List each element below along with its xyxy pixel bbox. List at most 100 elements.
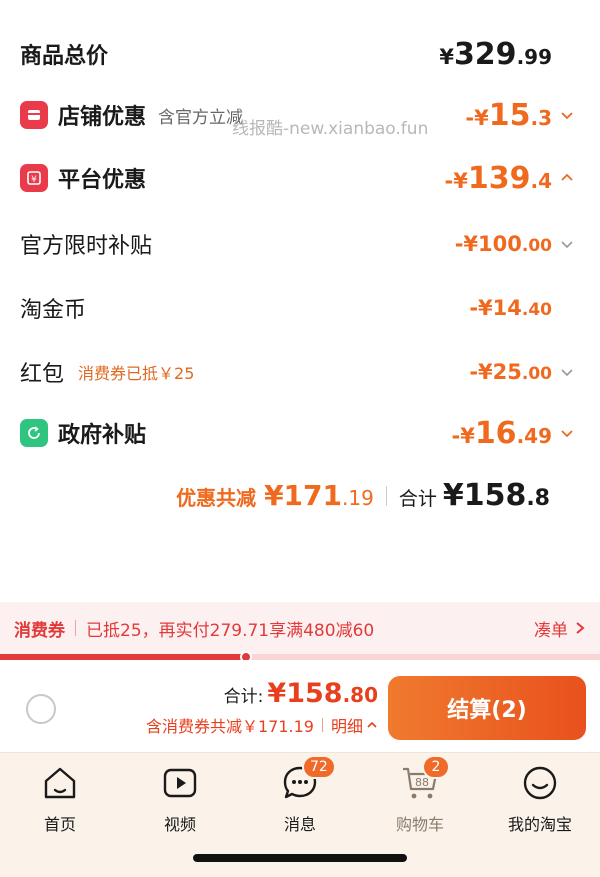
bottom-tab-bar: 首页 视频 72 消息 88 2 购物车 我的淘宝 — [0, 752, 600, 877]
price-breakdown: 商品总价 ¥ 329 .99 店铺优惠 含官方立减 -¥ 15 .3 ¥ 平台优… — [0, 0, 600, 600]
tab-home[interactable]: 首页 — [10, 763, 110, 835]
official-subsidy-amount: -¥100 .00 — [455, 232, 552, 256]
gov-subsidy-prefix: -¥ — [451, 423, 475, 448]
checkout-savings: 含消费券共减￥171.19 — [145, 717, 314, 736]
tab-messages-label: 消息 — [283, 815, 316, 834]
chevron-up-icon[interactable] — [556, 171, 578, 185]
taojinbi-decimal: .40 — [521, 300, 552, 320]
taojinbi-label: 淘金币 — [20, 298, 87, 323]
official-subsidy-decimal: .00 — [521, 236, 552, 256]
red-packet-label: 红包 — [20, 362, 65, 387]
total-price-amount: ¥ 329 .99 — [439, 37, 552, 72]
discount-total-decimal: .19 — [342, 486, 374, 510]
checkout-bar: 合计: ¥158.80 含消费券共减￥171.19 明细 结算(2) — [0, 660, 600, 752]
chevron-down-icon[interactable] — [556, 365, 578, 379]
gov-subsidy-label: 政府补贴 — [58, 423, 147, 448]
discount-summary: 优惠共减 ¥171.19 合计 ¥158.8 — [176, 478, 550, 513]
checkout-total-integer: ¥158 — [267, 678, 343, 709]
store-discount-amount: -¥ 15 .3 — [465, 98, 552, 133]
red-packet-note: 消费券已抵￥25 — [78, 364, 195, 383]
discount-total-value: ¥171.19 — [264, 479, 374, 512]
discount-total-integer: ¥171 — [264, 479, 342, 512]
coupon-tag: 消费券 — [14, 620, 65, 641]
chevron-right-icon — [576, 622, 585, 634]
checkout-total-value: ¥158.80 — [267, 678, 378, 709]
cart-badge: 2 — [422, 755, 450, 779]
tab-profile-label: 我的淘宝 — [507, 815, 572, 834]
platform-discount-decimal: .4 — [530, 168, 552, 193]
store-discount-prefix: -¥ — [465, 105, 489, 130]
select-all-checkbox[interactable] — [26, 694, 56, 724]
taojinbi-row: 淘金币 -¥14 .40 — [20, 288, 578, 328]
divider — [385, 485, 387, 506]
home-icon — [40, 763, 80, 803]
refresh-icon — [20, 419, 48, 447]
store-discount-integer: 15 — [488, 97, 531, 133]
tab-video-label: 视频 — [163, 815, 196, 834]
gov-subsidy-amount: -¥ 16 .49 — [451, 416, 552, 451]
chevron-up-icon — [367, 721, 377, 728]
messages-badge: 72 — [302, 755, 336, 779]
official-subsidy-row[interactable]: 官方限时补贴 -¥100 .00 — [20, 224, 578, 264]
tab-cart-label: 购物车 — [395, 815, 444, 834]
grand-total-integer: ¥158 — [442, 478, 527, 513]
grand-total-value: ¥158.8 — [443, 478, 550, 513]
taojinbi-value: -¥14 — [469, 296, 522, 320]
store-icon — [20, 101, 48, 129]
total-price-label: 商品总价 — [20, 44, 109, 69]
details-toggle[interactable]: 明细 — [331, 713, 378, 737]
tab-home-label: 首页 — [43, 815, 76, 834]
platform-discount-label: 平台优惠 — [58, 168, 147, 193]
gov-subsidy-row[interactable]: 政府补贴 -¥ 16 .49 — [20, 413, 578, 453]
gov-subsidy-integer: 16 — [474, 415, 517, 451]
total-price-currency: ¥ — [439, 44, 454, 69]
cart-count: 88 — [415, 776, 429, 789]
store-discount-label: 店铺优惠 — [58, 105, 147, 130]
divider — [321, 718, 323, 732]
chevron-down-icon[interactable] — [556, 426, 578, 440]
checkout-totals: 合计: ¥158.80 含消费券共减￥171.19 明细 — [146, 678, 378, 737]
divider — [75, 620, 76, 636]
official-subsidy-value: -¥100 — [454, 232, 522, 256]
profile-icon — [520, 763, 560, 803]
coupon-bar[interactable]: 消费券 已抵25，再实付279.71享满480减60 凑单 — [0, 602, 600, 654]
discount-total-label: 优惠共减 — [176, 486, 257, 510]
total-price-row: 商品总价 ¥ 329 .99 — [20, 34, 578, 74]
platform-discount-integer: 139 — [467, 160, 531, 196]
platform-discount-row[interactable]: ¥ 平台优惠 -¥ 139 .4 — [20, 158, 578, 198]
grand-total-decimal: .8 — [526, 486, 550, 511]
tab-messages[interactable]: 72 消息 — [250, 755, 350, 835]
checkout-total-decimal: .80 — [342, 683, 378, 707]
tab-profile[interactable]: 我的淘宝 — [490, 763, 590, 835]
total-price-integer: 329 — [453, 36, 517, 72]
tab-cart[interactable]: 88 2 购物车 — [370, 755, 470, 835]
chevron-down-icon[interactable] — [556, 237, 578, 251]
watermark: 线报酷-new.xianbao.fun — [232, 119, 429, 139]
coupon-icon: ¥ — [20, 164, 48, 192]
gov-subsidy-decimal: .49 — [516, 423, 552, 448]
coupon-message: 已抵25，再实付279.71享满480减60 — [86, 620, 375, 641]
chevron-down-icon[interactable] — [556, 108, 578, 122]
store-discount-decimal: .3 — [530, 105, 552, 130]
red-packet-value: -¥25 — [469, 360, 522, 384]
details-label: 明细 — [330, 717, 363, 736]
store-discount-sub: 含官方立减 — [158, 107, 244, 128]
total-price-decimal: .99 — [516, 44, 552, 69]
svg-text:¥: ¥ — [31, 175, 37, 185]
official-subsidy-label: 官方限时补贴 — [20, 234, 153, 259]
cart-icon: 88 2 — [400, 755, 450, 803]
message-icon: 72 — [280, 755, 336, 803]
checkout-button[interactable]: 结算(2) — [388, 676, 586, 740]
add-items-link[interactable]: 凑单 — [534, 616, 586, 641]
red-packet-row[interactable]: 红包 消费券已抵￥25 -¥25 .00 — [20, 352, 578, 392]
grand-total-label: 合计 — [398, 488, 437, 510]
home-indicator — [193, 854, 407, 862]
video-icon — [160, 763, 200, 803]
red-packet-amount: -¥25 .00 — [469, 360, 552, 384]
tab-video[interactable]: 视频 — [130, 763, 230, 835]
platform-discount-prefix: -¥ — [444, 168, 468, 193]
red-packet-decimal: .00 — [521, 364, 552, 384]
platform-discount-amount: -¥ 139 .4 — [445, 161, 552, 196]
taojinbi-amount: -¥14 .40 — [469, 296, 552, 320]
checkout-total-label: 合计: — [223, 687, 264, 707]
